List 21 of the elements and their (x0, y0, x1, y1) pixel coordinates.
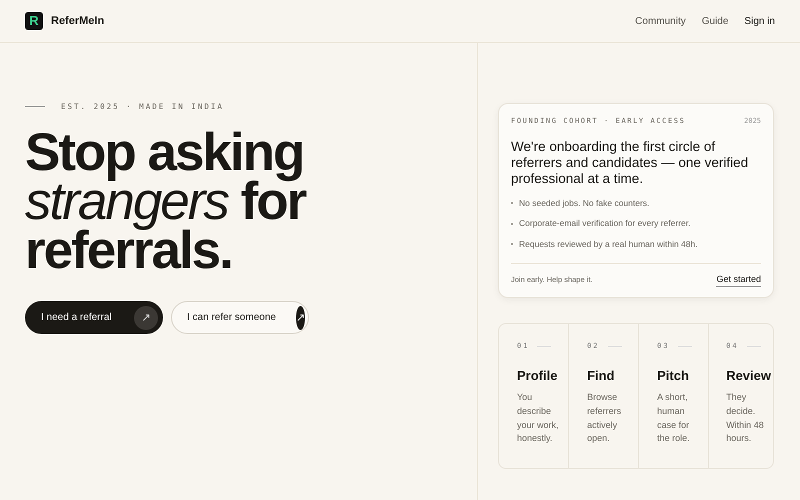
brand-name[interactable]: ReferMeIn (51, 12, 104, 30)
nav-link[interactable]: Community (635, 14, 686, 28)
refer-someone-button[interactable]: I can refer someone ↗ (171, 301, 309, 334)
nav-link[interactable]: Sign in (744, 14, 775, 28)
feature-point: No seeded jobs. No fake counters. (519, 196, 650, 210)
step-title: Find (587, 366, 616, 385)
step-text: A short, human case for the role. (657, 391, 691, 446)
step-title: Pitch (657, 366, 690, 385)
feature-point: Corporate-email verification for every referrer. (519, 217, 690, 230)
step-text: You describe your work, honestly. (517, 391, 560, 446)
need-referral-button[interactable]: I need a referral ↗ (25, 301, 163, 334)
step-title: Profile (517, 366, 558, 385)
get-started-link[interactable]: Get started (716, 272, 761, 288)
logo-icon[interactable]: R (25, 12, 43, 30)
headline: Stop asking strangers for referrals. (25, 128, 307, 276)
step-text: Browse referrers actively open. (587, 391, 622, 446)
card-title: We're onboarding the first circle of referrers and candidates — one verified professional at a time. (511, 138, 750, 186)
feature-point: Requests reviewed by a real human within 48h. (519, 238, 698, 251)
nav-link[interactable]: Guide (702, 14, 728, 28)
step-title: Review (726, 366, 771, 385)
step-text: They decide. Within 48 hours. (726, 391, 765, 446)
